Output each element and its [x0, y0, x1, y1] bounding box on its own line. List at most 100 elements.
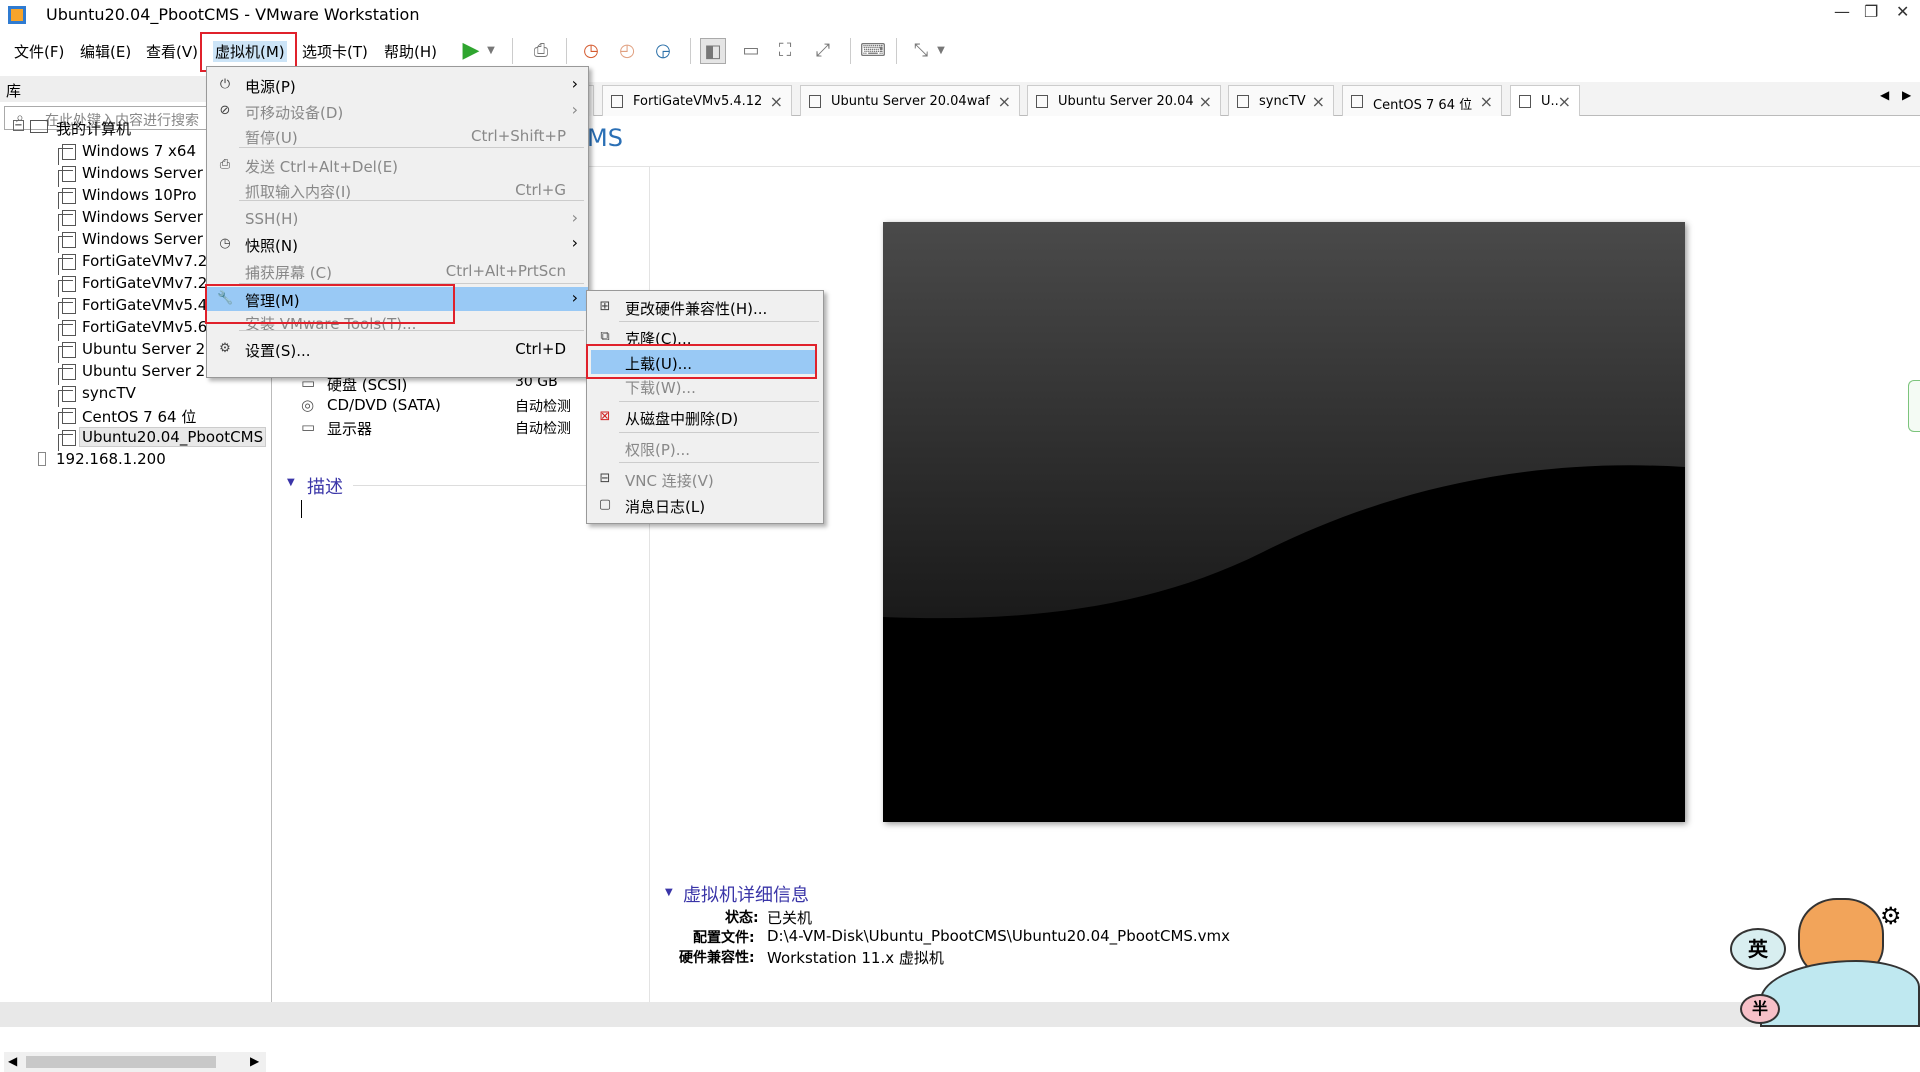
snapshot-icon[interactable]: ◷	[578, 38, 604, 64]
tab-close-icon[interactable]: ×	[1480, 92, 1493, 111]
description-collapse-icon[interactable]: ▼	[287, 477, 295, 488]
console-icon[interactable]: ⌨	[860, 38, 886, 64]
thumbnail-view-icon[interactable]: ▭	[738, 38, 764, 64]
tree-vm-item[interactable]: FortiGateVMv5.4.	[80, 296, 214, 314]
vm-menu-item[interactable]: SSH(H) ›	[207, 207, 588, 231]
annotation-box-manage	[205, 284, 455, 324]
manage-menu-item[interactable]: ⊟ VNC 连接(V)	[587, 467, 823, 491]
close-window-button[interactable]: ✕	[1896, 2, 1909, 21]
vm-menu-item[interactable]: 抓取输入内容(I) Ctrl+G	[207, 178, 588, 202]
config-label: 配置文件:	[693, 930, 755, 946]
manage-menu-item[interactable]: 权限(P)...	[587, 436, 823, 460]
tab-scroll-left-icon[interactable]: ◀	[1880, 88, 1889, 102]
compat-value: Workstation 11.x 虚拟机	[767, 949, 944, 967]
tab-close-icon[interactable]: ×	[1312, 92, 1325, 111]
power-on-icon[interactable]: ▶	[458, 38, 484, 64]
vm-menu-item[interactable]: ⊘ 可移动设备(D) ›	[207, 99, 588, 123]
side-handle[interactable]	[1908, 380, 1920, 432]
manage-menu-item-label: 从磁盘中删除(D)	[625, 410, 739, 428]
tree-vm-item[interactable]: FortiGateVMv7.2.	[80, 274, 214, 292]
vm-menu-item[interactable]: ⏻ 电源(P) ›	[207, 73, 588, 97]
send-ctrl-alt-del-icon[interactable]: ⎙	[528, 38, 554, 64]
vm-menu-item[interactable]: ⚙ 设置(S)... Ctrl+D	[207, 337, 588, 361]
library-horizontal-scrollbar[interactable]: ◀ ▶	[4, 1052, 266, 1072]
menu-file[interactable]: 文件(F)	[14, 41, 64, 62]
tree-vm-item[interactable]: CentOS 7 64 位	[80, 406, 198, 427]
tab-vm-icon	[611, 95, 623, 108]
tab-vm-icon	[1351, 95, 1363, 108]
stretch-icon[interactable]: ⤡	[908, 38, 934, 64]
tree-vm-item[interactable]: syncTV	[80, 384, 138, 402]
tree-remote-host[interactable]: 192.168.1.200	[56, 450, 166, 468]
vm-menu-item-label: 抓取输入内容(I)	[245, 183, 352, 201]
tab-label: U..	[1541, 94, 1559, 109]
tab-vm[interactable]: CentOS 7 64 位 ×	[1342, 85, 1502, 116]
manage-menu-item[interactable]: ⊠ 从磁盘中删除(D)	[587, 405, 823, 429]
vm-icon	[58, 298, 76, 319]
vm-menu-item[interactable]: ◷ 快照(N) ›	[207, 232, 588, 256]
scroll-left-icon[interactable]: ◀	[8, 1054, 17, 1068]
manage-menu-item-label: 权限(P)...	[625, 441, 691, 459]
details-collapse-icon[interactable]: ▼	[665, 887, 673, 898]
menu-edit[interactable]: 编辑(E)	[80, 41, 131, 62]
vm-menu-item[interactable]: ⎙ 发送 Ctrl+Alt+Del(E)	[207, 153, 588, 177]
tab-close-icon[interactable]: ×	[1199, 92, 1212, 111]
manage-submenu: ⊞ 更改硬件兼容性(H)... ⧉ 克隆(C)... 上载(U)... 下载(W)... ⊠…	[586, 290, 824, 524]
description-text-cursor[interactable]	[301, 500, 302, 518]
menu-tabs[interactable]: 选项卡(T)	[302, 41, 368, 62]
tree-root-my-computer[interactable]: 我的计算机	[56, 118, 131, 139]
tree-vm-item[interactable]: FortiGateVMv5.6.	[80, 318, 214, 336]
fullscreen-icon[interactable]: ⛶	[772, 38, 798, 64]
stretch-dropdown-icon[interactable]: ▼	[934, 38, 948, 64]
ime-halfwidth-badge[interactable]: 半	[1740, 994, 1780, 1024]
toolbar-separator	[850, 38, 851, 64]
minimize-button[interactable]: —	[1834, 2, 1850, 21]
vm-icon	[58, 342, 76, 363]
delete-disk-icon: ⊠	[599, 409, 611, 424]
ime-english-badge[interactable]: 英	[1730, 928, 1786, 970]
tree-vm-item[interactable]: Windows 10Pro	[80, 186, 199, 204]
scrollbar-thumb[interactable]	[26, 1056, 216, 1068]
tree-vm-item[interactable]: Windows 7 x64	[80, 142, 198, 160]
menu-view[interactable]: 查看(V)	[146, 41, 198, 62]
gear-icon[interactable]: ⚙	[1880, 902, 1902, 930]
tree-vm-item[interactable]: FortiGateVMv7.2.	[80, 252, 214, 270]
tab-vm[interactable]: Ubuntu Server 20.04 ×	[1027, 85, 1221, 116]
tree-vm-item[interactable]: Ubuntu20.04_PbootCMS	[78, 427, 267, 447]
tree-vm-item[interactable]: Windows Server 2	[80, 208, 219, 226]
vm-menu-item[interactable]: 捕获屏幕 (C) Ctrl+Alt+PrtScn	[207, 259, 588, 283]
vm-menu-item-shortcut: Ctrl+Shift+P	[471, 127, 566, 145]
snapshot-manager-icon[interactable]: ◶	[650, 38, 676, 64]
vm-screen-preview[interactable]	[883, 222, 1685, 822]
vm-menu-item[interactable]: 暂停(U) Ctrl+Shift+P	[207, 124, 588, 148]
tab-close-icon[interactable]: ×	[998, 92, 1011, 111]
tree-collapse-icon[interactable]: −	[13, 120, 24, 131]
scroll-right-icon[interactable]: ▶	[250, 1054, 259, 1068]
vm-menu-item-label: 电源(P)	[245, 78, 296, 96]
tab-vm[interactable]: Ubuntu Server 20.04waf ×	[800, 85, 1020, 116]
details-header[interactable]: 虚拟机详细信息	[683, 881, 809, 907]
tree-vm-item[interactable]: Windows Server 2	[80, 164, 219, 182]
ime-mascot: 英 半 ⚙	[1730, 890, 1920, 1027]
tab-scroll-right-icon[interactable]: ▶	[1902, 88, 1911, 102]
description-header[interactable]: 描述	[307, 473, 343, 499]
tab-vm[interactable]: U.. ×	[1510, 85, 1580, 117]
hardware-compat-icon: ⊞	[599, 299, 611, 314]
tab-close-icon[interactable]: ×	[770, 92, 783, 111]
device-name[interactable]: CD/DVD (SATA)	[327, 396, 441, 414]
device-name[interactable]: 显示器	[327, 418, 372, 439]
tab-vm[interactable]: syncTV ×	[1228, 85, 1334, 116]
vm-icon	[58, 188, 76, 209]
tab-vm[interactable]: FortiGateVMv5.4.12 ×	[602, 85, 792, 116]
manage-menu-item[interactable]: ⊞ 更改硬件兼容性(H)...	[587, 295, 823, 319]
library-view-icon[interactable]: ◧	[700, 38, 726, 64]
restore-button[interactable]: ❐	[1864, 2, 1878, 21]
unity-icon[interactable]: ⤢	[810, 38, 836, 64]
tree-vm-item[interactable]: Windows Server 2	[80, 230, 219, 248]
power-dropdown-icon[interactable]: ▼	[484, 38, 498, 64]
menu-help[interactable]: 帮助(H)	[384, 41, 437, 62]
manage-menu-item[interactable]: ▢ 消息日志(L)	[587, 493, 823, 517]
screen-glare	[883, 222, 1685, 619]
tab-close-icon[interactable]: ×	[1558, 92, 1571, 111]
revert-snapshot-icon[interactable]: ◴	[614, 38, 640, 64]
